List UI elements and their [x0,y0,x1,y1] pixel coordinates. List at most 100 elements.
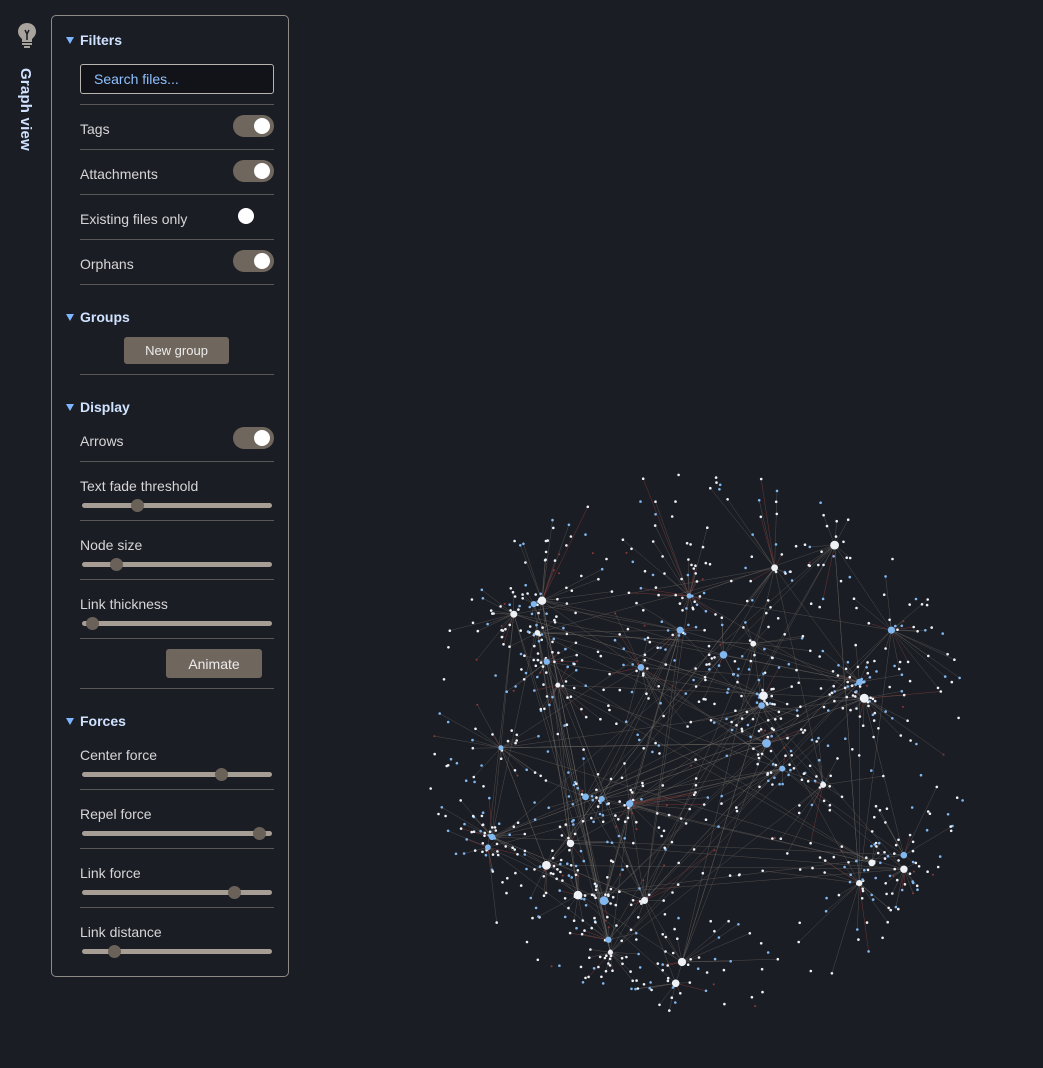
graph-node [513,539,516,543]
graph-node [818,655,821,658]
graph-node [620,956,624,960]
link-distance-slider[interactable] [82,945,272,958]
search-files-input[interactable] [80,64,274,94]
orphans-toggle[interactable] [233,250,274,272]
arrows-toggle[interactable] [233,427,274,449]
graph-node [479,829,482,833]
graph-node [809,969,813,973]
graph-node [438,712,441,715]
filters-section-header[interactable]: Filters [66,32,122,48]
graph-node [608,672,611,676]
graph-node [505,690,508,693]
graph-canvas[interactable] [300,0,1043,1068]
slider-thumb[interactable] [108,945,122,958]
graph-node [746,723,750,727]
graph-node [713,656,716,659]
graph-node [643,569,647,573]
graph-node [808,561,811,564]
graph-node [511,846,514,849]
graph-node [704,698,707,701]
graph-node [474,727,477,731]
graph-node [824,909,828,913]
tags-toggle[interactable] [233,115,274,137]
graph-node [533,868,536,871]
toggle-knob [254,118,270,134]
graph-node [677,634,681,637]
graph-node [777,710,781,714]
graph-node [709,919,712,923]
graph-node [727,919,730,923]
display-section-header[interactable]: Display [66,399,130,415]
graph-node [769,771,773,774]
graph-node [481,823,484,827]
graph-node [623,804,626,807]
divider [80,907,274,908]
graph-node [726,691,729,694]
slider-thumb[interactable] [110,558,124,571]
graph-node [629,903,633,907]
graph-node [769,749,773,753]
graph-node [861,887,864,891]
text-fade-threshold-slider[interactable] [82,499,272,512]
link-force-slider[interactable] [82,886,272,899]
graph-node [459,827,463,830]
slider-thumb[interactable] [228,886,241,899]
graph-node [465,838,468,841]
attachments-toggle[interactable] [233,160,274,182]
graph-node [560,659,564,662]
animate-button[interactable]: Animate [166,649,262,678]
graph-node [935,785,939,789]
graph-node [617,818,620,821]
graph-node [505,891,508,895]
graph-node [817,736,820,740]
graph-node [641,784,645,788]
toggle-knob [238,208,254,224]
slider-thumb[interactable] [85,617,99,630]
graph-node [557,651,560,655]
slider-thumb[interactable] [252,827,266,840]
graph-node [535,623,538,627]
graph-node [558,553,561,556]
graph-node [671,891,674,894]
graph-node [930,626,933,629]
graph-node [754,1005,757,1008]
graph-node [556,732,560,736]
graph-node [818,856,822,859]
graph-node [595,796,598,799]
graph-node [528,605,532,609]
graph-node [766,773,769,776]
graph-node [909,739,912,742]
graph-node [695,603,699,606]
graph-node [678,602,682,605]
new-group-button[interactable]: New group [124,337,229,364]
repel-force-slider[interactable] [82,827,272,840]
graph-node [637,952,640,956]
link-thickness-slider[interactable] [82,617,272,630]
graph-node [537,734,540,738]
graph-node [894,905,898,909]
lightbulb-icon[interactable] [16,22,38,48]
existing-files-only-toggle[interactable] [233,205,274,227]
groups-section-header[interactable]: Groups [66,309,130,325]
graph-node [688,807,691,811]
graph-node [656,962,660,965]
graph-node [809,649,812,653]
graph-node [559,870,562,874]
graph-node [704,989,708,993]
slider-thumb[interactable] [214,768,228,781]
graph-node [572,823,575,826]
graph-node [928,812,932,815]
graph-node [872,719,876,722]
slider-thumb[interactable] [131,499,145,512]
node-size-slider[interactable] [82,558,272,571]
graph-node [491,733,494,736]
graph-node [573,662,576,666]
graph-node [618,800,621,803]
graph-node [561,684,564,688]
node-graph[interactable] [300,0,1043,1068]
graph-node [833,699,836,703]
graph-node [590,926,593,930]
forces-section-header[interactable]: Forces [66,713,126,729]
graph-node [705,971,709,974]
center-force-slider[interactable] [82,768,272,781]
